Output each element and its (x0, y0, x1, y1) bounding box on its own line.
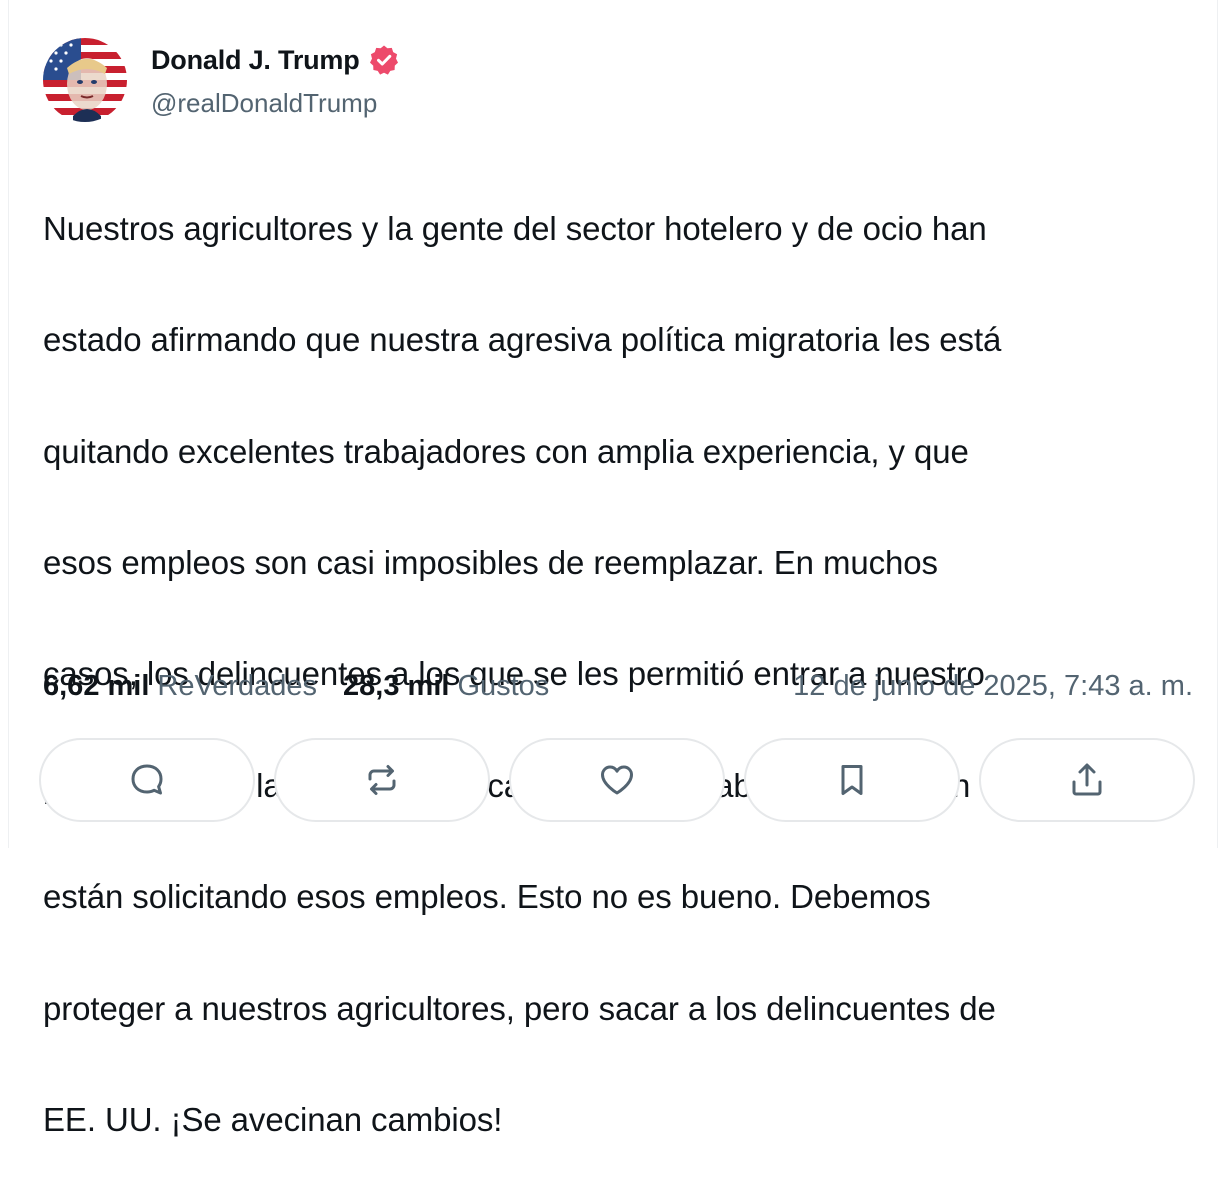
author-name-row: Donald J. Trump (151, 44, 400, 76)
reposts-label: ReVerdades (157, 669, 318, 702)
post-text-line: esos empleos son casi imposibles de reem… (43, 543, 938, 581)
reply-icon (131, 764, 163, 795)
reply-button[interactable] (39, 738, 255, 822)
author-display-name[interactable]: Donald J. Trump (151, 45, 360, 76)
avatar[interactable] (43, 38, 127, 122)
share-icon (1072, 763, 1102, 796)
post-text-line: Nuestros agricultores y la gente del sec… (43, 209, 987, 247)
reposts-stat[interactable]: 6,62 mil ReVerdades (43, 670, 317, 703)
likes-stat[interactable]: 28,3 mil Gustos (343, 670, 549, 703)
post-text-line: están solicitando esos empleos. Esto no … (43, 878, 931, 916)
heart-icon (601, 765, 633, 795)
post-text-line: estado afirmando que nuestra agresiva po… (43, 321, 1002, 359)
post-actions (39, 738, 1195, 822)
likes-count: 28,3 mil (343, 669, 450, 702)
bookmark-button[interactable] (744, 738, 960, 822)
avatar-image (43, 38, 127, 122)
post-stats: 6,62 mil ReVerdades 28,3 mil Gustos 12 d… (43, 666, 1193, 706)
repost-button[interactable] (274, 738, 490, 822)
likes-label: Gustos (457, 669, 550, 702)
post-text-line: proteger a nuestros agricultores, pero s… (43, 989, 996, 1027)
post-text-line: EE. UU. ¡Se avecinan cambios! (43, 1100, 503, 1138)
post-card: Donald J. Trump @realDonaldTrump Nuestro… (8, 0, 1218, 1138)
post-text-line: quitando excelentes trabajadores con amp… (43, 432, 969, 470)
bookmark-icon (841, 765, 863, 795)
post-timestamp[interactable]: 12 de junio de 2025, 7:43 a. m. (793, 670, 1193, 703)
verified-badge-icon (368, 44, 400, 76)
like-button[interactable] (509, 738, 725, 822)
share-button[interactable] (979, 738, 1195, 822)
author-handle[interactable]: @realDonaldTrump (151, 88, 377, 119)
reposts-count: 6,62 mil (43, 669, 150, 702)
repost-icon (368, 765, 396, 795)
